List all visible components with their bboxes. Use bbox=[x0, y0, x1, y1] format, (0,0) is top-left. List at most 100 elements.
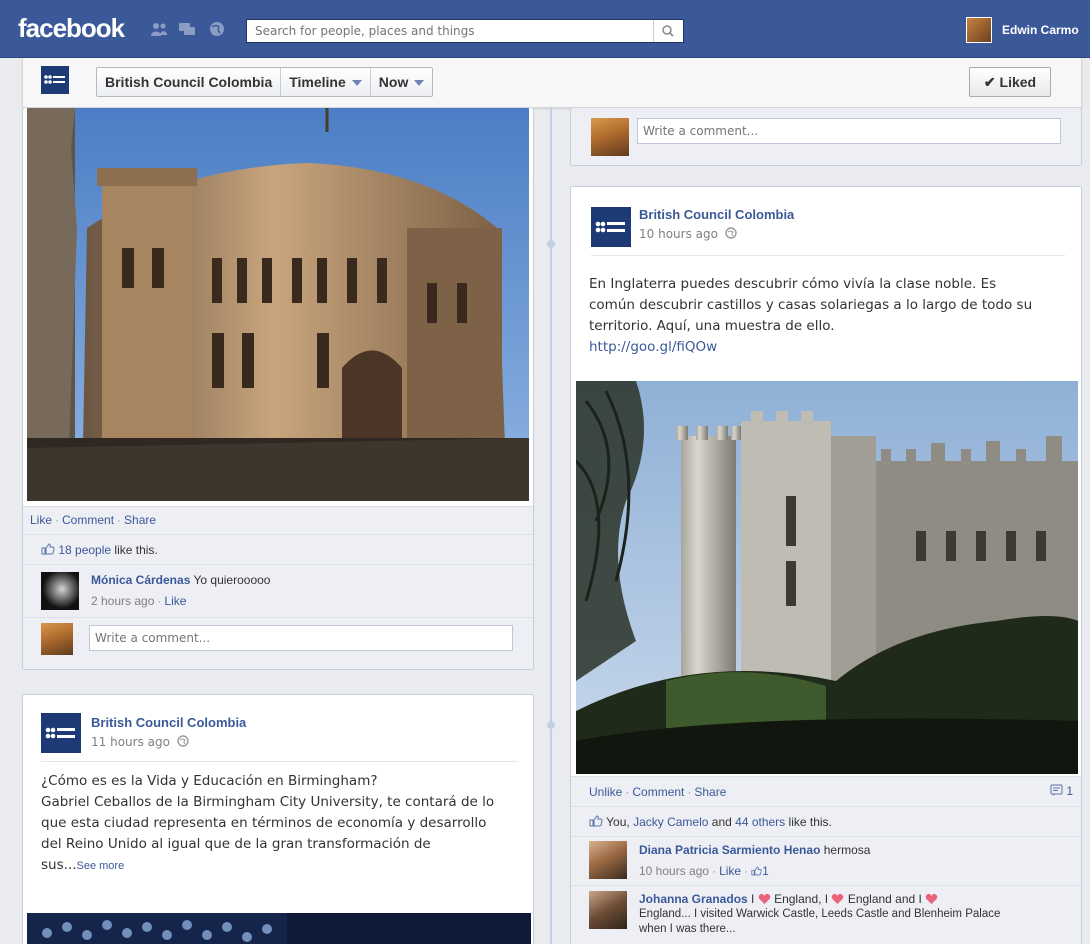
globe-privacy-icon[interactable] bbox=[725, 227, 737, 239]
timeline-dropdown[interactable]: Timeline bbox=[281, 68, 371, 96]
comment-author[interactable]: Mónica Cárdenas bbox=[91, 573, 190, 587]
timeline-dot bbox=[547, 240, 555, 248]
likes-and: and bbox=[711, 815, 732, 829]
likers-others-link[interactable]: 44 others bbox=[735, 815, 785, 829]
comment-body: hermosa bbox=[823, 843, 871, 857]
timeline-spine bbox=[550, 108, 552, 944]
comment-input[interactable] bbox=[89, 625, 513, 651]
chevron-down-icon bbox=[351, 80, 362, 87]
search-box bbox=[246, 19, 684, 43]
castle-photo[interactable] bbox=[576, 381, 1078, 774]
post-text: ¿Cómo es es la Vida y Educación en Birmi… bbox=[41, 771, 531, 877]
british-council-logo[interactable] bbox=[41, 66, 69, 94]
post-timestamp: 11 hours ago bbox=[91, 735, 189, 749]
comment-like-link[interactable]: Like bbox=[164, 594, 186, 608]
comment-like-count[interactable]: 1 bbox=[762, 864, 769, 878]
british-council-logo[interactable] bbox=[591, 207, 631, 247]
chevron-down-icon bbox=[414, 80, 425, 87]
comment-time[interactable]: 10 hours ago bbox=[639, 864, 709, 878]
comment-text: Diana Patricia Sarmiento Henao hermosa bbox=[639, 843, 870, 857]
right-top-comment-box bbox=[570, 108, 1082, 166]
share-link[interactable]: Share bbox=[694, 785, 726, 799]
comment-count-number: 1 bbox=[1066, 784, 1073, 798]
comment-text: Johanna Granados I England, I England an… bbox=[639, 892, 1075, 937]
post-feedback: Unlike · Comment · Share 1 You, Jacky Camelo… bbox=[571, 776, 1081, 944]
post-link[interactable]: http://goo.gl/fiQOw bbox=[589, 337, 1079, 358]
likers-link[interactable]: 18 people bbox=[58, 543, 111, 557]
building-photo[interactable] bbox=[27, 108, 534, 501]
search-button[interactable] bbox=[653, 20, 683, 42]
right-post: British Council Colombia 10 hours ago En… bbox=[570, 186, 1082, 944]
thumbs-up-icon bbox=[589, 815, 603, 827]
share-link[interactable]: Share bbox=[124, 513, 156, 527]
avatar[interactable] bbox=[589, 891, 627, 929]
friend-requests-icon[interactable] bbox=[150, 21, 168, 37]
comment-link[interactable]: Comment bbox=[632, 785, 684, 799]
search-icon bbox=[662, 25, 674, 37]
post-text-line: territorio. Aquí, una muestra de ello. bbox=[589, 318, 835, 334]
british-council-logo[interactable] bbox=[41, 713, 81, 753]
comment-body: when I was there... bbox=[639, 923, 736, 935]
user-name[interactable]: Edwin Carmo bbox=[1002, 23, 1079, 37]
post-author[interactable]: British Council Colombia bbox=[639, 207, 794, 222]
comment-count[interactable]: 1 bbox=[1050, 784, 1073, 798]
comment-bubble-icon bbox=[1050, 784, 1063, 796]
post-actions: Like · Comment · Share bbox=[30, 513, 157, 527]
post-author[interactable]: British Council Colombia bbox=[91, 715, 246, 730]
comment-author[interactable]: Johanna Granados bbox=[639, 892, 748, 906]
comment-meta: 2 hours ago · Like bbox=[91, 594, 187, 608]
post-actions: Unlike · Comment · Share bbox=[589, 785, 727, 799]
comment-body: Yo quierooooo bbox=[193, 573, 271, 587]
comment-text: Mónica Cárdenas Yo quierooooo bbox=[91, 573, 270, 587]
post-text-line: del Reino Unido al igual que de la gran … bbox=[41, 836, 431, 852]
post-feedback: Like · Comment · Share 18 people like this. … bbox=[23, 506, 533, 669]
top-navigation-bar: facebook Edwin Carmo bbox=[0, 0, 1090, 58]
post-text-line: Gabriel Ceballos de la Birmingham City U… bbox=[41, 794, 495, 810]
page-name-crumb[interactable]: British Council Colombia bbox=[97, 68, 282, 96]
avatar[interactable] bbox=[41, 572, 79, 610]
globe-privacy-icon[interactable] bbox=[177, 735, 189, 747]
left-post-1: Like · Comment · Share 18 people like this. … bbox=[22, 108, 534, 670]
notifications-globe-icon[interactable] bbox=[208, 21, 226, 37]
comment-body: I bbox=[751, 892, 755, 906]
timeline-label: Timeline bbox=[289, 74, 346, 90]
now-dropdown[interactable]: Now bbox=[371, 68, 433, 96]
comment-input[interactable] bbox=[637, 118, 1061, 144]
avatar[interactable] bbox=[589, 841, 627, 879]
see-more-link[interactable]: See more bbox=[77, 860, 125, 872]
messages-icon[interactable] bbox=[178, 21, 196, 37]
avatar bbox=[41, 623, 73, 655]
comment-author[interactable]: Diana Patricia Sarmiento Henao bbox=[639, 843, 820, 857]
comment-time[interactable]: 2 hours ago bbox=[91, 594, 154, 608]
comment-meta: 10 hours ago · Like · 1 bbox=[639, 864, 769, 878]
now-label: Now bbox=[378, 74, 409, 90]
post-image[interactable] bbox=[27, 913, 531, 944]
comment-like-link[interactable]: Like bbox=[719, 864, 741, 878]
page-header-bar: British Council Colombia Timeline Now ✔ … bbox=[22, 58, 1082, 108]
thumbs-up-icon bbox=[751, 866, 762, 876]
unlike-link[interactable]: Unlike bbox=[589, 785, 622, 799]
search-input[interactable] bbox=[247, 20, 652, 42]
heart-icon bbox=[832, 893, 844, 904]
comment-link[interactable]: Comment bbox=[62, 513, 114, 527]
post-time[interactable]: 10 hours ago bbox=[639, 227, 718, 241]
comment-body: England, I bbox=[774, 892, 829, 906]
post-timestamp: 10 hours ago bbox=[639, 227, 737, 241]
facebook-logo[interactable]: facebook bbox=[18, 13, 125, 44]
post-text-line: que esta ciudad representa en términos d… bbox=[41, 815, 487, 831]
avatar bbox=[591, 118, 629, 156]
post-time[interactable]: 11 hours ago bbox=[91, 735, 170, 749]
timeline-dot bbox=[547, 721, 555, 729]
like-link[interactable]: Like bbox=[30, 513, 52, 527]
likes-suffix: like this. bbox=[788, 815, 832, 829]
comment-body: England and I bbox=[847, 892, 922, 906]
post-text-line: En Inglaterra puedes descubrir cómo viví… bbox=[589, 276, 997, 292]
likes-summary: You, Jacky Camelo and 44 others like thi… bbox=[589, 815, 832, 829]
liker-friend-link[interactable]: Jacky Camelo bbox=[633, 815, 708, 829]
likes-suffix: like this. bbox=[114, 543, 158, 557]
heart-icon bbox=[925, 893, 938, 904]
liked-button[interactable]: ✔ Liked bbox=[969, 67, 1051, 97]
avatar[interactable] bbox=[966, 17, 992, 43]
post-text: En Inglaterra puedes descubrir cómo viví… bbox=[589, 274, 1079, 358]
likes-summary: 18 people like this. bbox=[41, 543, 158, 557]
